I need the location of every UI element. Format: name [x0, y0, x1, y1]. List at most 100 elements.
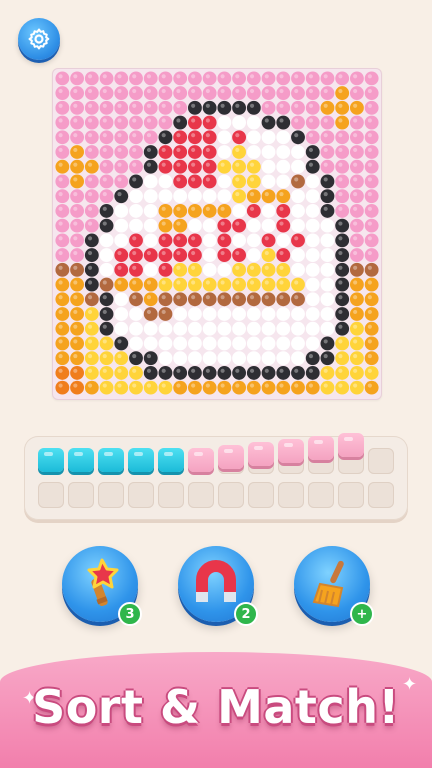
pixel-bead[interactable] — [305, 71, 320, 86]
pixel-bead[interactable] — [349, 71, 364, 86]
pixel-bead[interactable] — [99, 277, 114, 292]
pixel-bead[interactable] — [143, 292, 158, 307]
pixel-bead[interactable] — [335, 248, 350, 263]
pixel-bead[interactable] — [305, 248, 320, 263]
pixel-bead[interactable] — [320, 86, 335, 101]
pixel-bead[interactable] — [158, 159, 173, 174]
pixel-bead[interactable] — [99, 336, 114, 351]
pixel-bead[interactable] — [320, 292, 335, 307]
pixel-bead[interactable] — [158, 100, 173, 115]
pixel-bead[interactable] — [276, 380, 291, 395]
pixel-bead[interactable] — [99, 130, 114, 145]
settings-button[interactable] — [18, 18, 60, 60]
pixel-bead[interactable] — [291, 71, 305, 86]
pixel-bead[interactable] — [187, 130, 202, 145]
pixel-bead[interactable] — [99, 115, 114, 130]
pixel-bead[interactable] — [70, 277, 85, 292]
pixel-bead[interactable] — [261, 159, 276, 174]
pixel-bead[interactable] — [246, 100, 261, 115]
pixel-bead[interactable] — [187, 218, 202, 233]
pixel-bead[interactable] — [129, 365, 143, 380]
pixel-bead[interactable] — [187, 336, 202, 351]
pixel-bead[interactable] — [202, 307, 217, 321]
pixel-bead[interactable] — [320, 307, 335, 321]
pixel-bead[interactable] — [305, 145, 320, 159]
pixel-bead[interactable] — [158, 233, 173, 248]
pixel-bead[interactable] — [305, 218, 320, 233]
pixel-bead[interactable] — [335, 189, 350, 204]
pixel-bead[interactable] — [84, 115, 99, 130]
pixel-bead[interactable] — [246, 218, 261, 233]
pixel-bead[interactable] — [158, 71, 173, 86]
pixel-bead[interactable] — [335, 351, 350, 366]
pixel-bead[interactable] — [158, 292, 173, 307]
pixel-bead[interactable] — [291, 321, 305, 336]
pixel-bead[interactable] — [291, 248, 305, 263]
pixel-bead[interactable] — [129, 233, 143, 248]
pixel-bead[interactable] — [187, 174, 202, 189]
pixel-bead[interactable] — [364, 233, 379, 248]
pixel-bead[interactable] — [158, 262, 173, 277]
pixel-bead[interactable] — [114, 174, 129, 189]
pixel-bead[interactable] — [246, 233, 261, 248]
pixel-bead[interactable] — [349, 159, 364, 174]
pixel-bead[interactable] — [276, 71, 291, 86]
pixel-bead[interactable] — [232, 380, 247, 395]
pixel-bead[interactable] — [276, 233, 291, 248]
pixel-bead[interactable] — [187, 203, 202, 218]
pixel-bead[interactable] — [129, 71, 143, 86]
pixel-bead[interactable] — [320, 336, 335, 351]
pixel-bead[interactable] — [202, 262, 217, 277]
pixel-bead[interactable] — [217, 321, 232, 336]
cyan-tile[interactable] — [128, 448, 154, 472]
pixel-bead[interactable] — [55, 365, 70, 380]
pixel-bead[interactable] — [305, 174, 320, 189]
pixel-bead[interactable] — [320, 100, 335, 115]
pixel-bead[interactable] — [246, 365, 261, 380]
pixel-bead[interactable] — [335, 86, 350, 101]
pixel-bead[interactable] — [70, 365, 85, 380]
pixel-bead[interactable] — [364, 71, 379, 86]
pixel-bead[interactable] — [335, 321, 350, 336]
pixel-bead[interactable] — [187, 307, 202, 321]
pixel-bead[interactable] — [276, 189, 291, 204]
pixel-bead[interactable] — [158, 380, 173, 395]
pixel-bead[interactable] — [187, 292, 202, 307]
pixel-bead[interactable] — [55, 292, 70, 307]
pixel-bead[interactable] — [84, 174, 99, 189]
pixel-bead[interactable] — [305, 365, 320, 380]
pixel-bead[interactable] — [349, 100, 364, 115]
pixel-bead[interactable] — [173, 233, 188, 248]
pixel-bead[interactable] — [232, 262, 247, 277]
pixel-bead[interactable] — [349, 277, 364, 292]
pixel-bead[interactable] — [70, 248, 85, 263]
pixel-bead[interactable] — [246, 130, 261, 145]
pixel-bead[interactable] — [114, 86, 129, 101]
pixel-bead[interactable] — [291, 307, 305, 321]
pixel-bead[interactable] — [143, 100, 158, 115]
pixel-bead[interactable] — [246, 336, 261, 351]
pink-tile[interactable] — [308, 436, 334, 460]
pixel-bead[interactable] — [305, 307, 320, 321]
pixel-bead[interactable] — [217, 233, 232, 248]
pixel-bead[interactable] — [305, 292, 320, 307]
pixel-bead[interactable] — [364, 365, 379, 380]
pixel-bead[interactable] — [276, 351, 291, 366]
pixel-bead[interactable] — [291, 130, 305, 145]
pixel-bead[interactable] — [143, 321, 158, 336]
pixel-bead[interactable] — [99, 380, 114, 395]
pixel-bead[interactable] — [276, 292, 291, 307]
cyan-tile[interactable] — [98, 448, 124, 472]
pixel-bead[interactable] — [305, 351, 320, 366]
pixel-bead[interactable] — [187, 277, 202, 292]
pixel-bead[interactable] — [305, 159, 320, 174]
pixel-bead[interactable] — [291, 203, 305, 218]
pixel-bead[interactable] — [158, 115, 173, 130]
pixel-bead[interactable] — [291, 262, 305, 277]
pixel-bead[interactable] — [217, 380, 232, 395]
pixel-bead[interactable] — [217, 174, 232, 189]
pixel-bead[interactable] — [276, 365, 291, 380]
pixel-bead[interactable] — [84, 248, 99, 263]
pixel-bead[interactable] — [305, 189, 320, 204]
pixel-bead[interactable] — [349, 248, 364, 263]
